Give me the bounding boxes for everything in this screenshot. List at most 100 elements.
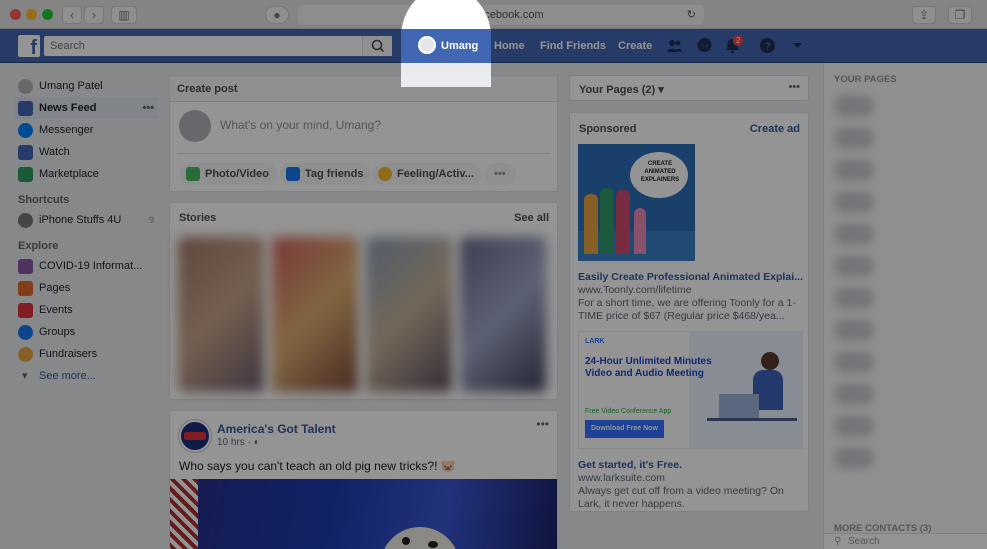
- count-badge: 9: [148, 215, 154, 225]
- watch-icon: [18, 145, 33, 160]
- groups-icon: [18, 325, 33, 340]
- back-button[interactable]: ‹: [62, 6, 82, 24]
- sidebar-item-messenger[interactable]: Messenger: [18, 119, 158, 141]
- contacts-search[interactable]: ⚲ Search: [824, 533, 987, 549]
- sidebar-item-pages[interactable]: Pages: [18, 277, 158, 299]
- sidebar-icon: ▥: [118, 8, 130, 22]
- sidebar-toggle-button[interactable]: ▥: [111, 6, 137, 24]
- ad-description: For a short time, we are offering Toonly…: [578, 297, 796, 322]
- post-image[interactable]: [170, 479, 557, 549]
- help-icon[interactable]: ?: [759, 37, 776, 54]
- your-pages-dropdown[interactable]: Your Pages (2) ▾: [579, 83, 664, 96]
- story-thumbnail[interactable]: [366, 237, 452, 392]
- avatar: [179, 110, 211, 142]
- explore-heading: Explore: [18, 240, 59, 252]
- feed-post: America's Got Talent 10 hrs · ◐ ••• Who …: [169, 410, 558, 549]
- profile-link-highlighted[interactable]: Umang: [441, 40, 478, 52]
- friend-requests-icon[interactable]: [666, 37, 683, 54]
- chevron-down-icon: ▾: [658, 84, 664, 96]
- create-post-title: Create post: [170, 76, 557, 102]
- shortcuts-heading: Shortcuts: [18, 194, 70, 206]
- download-free-button[interactable]: Download Free Now: [585, 420, 664, 438]
- sponsored-heading: Sponsored: [579, 123, 637, 135]
- stories-card: Stories See all: [169, 202, 558, 400]
- forward-button[interactable]: ›: [84, 6, 104, 24]
- your-pages-heading: YOUR PAGES: [834, 74, 897, 85]
- ad-url[interactable]: www.Toonly.com/lifetime: [578, 284, 692, 296]
- address-bar[interactable]: 🔒 facebook.com ↻: [298, 5, 704, 25]
- profile-avatar[interactable]: [418, 36, 436, 54]
- story-thumbnail[interactable]: [178, 237, 264, 392]
- feeling-activity-button[interactable]: Feeling/Activ...: [372, 163, 482, 185]
- lark-logo: LARK: [585, 338, 605, 345]
- shield-icon: ●: [273, 8, 281, 22]
- photo-icon: [186, 167, 200, 181]
- post-composer-input[interactable]: What's on your mind, Umang?: [220, 118, 381, 132]
- sidebar-item-events[interactable]: Events: [18, 299, 158, 321]
- privacy-report-button[interactable]: ●: [265, 6, 289, 24]
- close-window-button[interactable]: [10, 9, 21, 20]
- ad-image-text: CREATE ANIMATED EXPLAINERS: [640, 161, 680, 183]
- create-post-card: Create post What's on your mind, Umang? …: [169, 75, 558, 192]
- search-button[interactable]: [362, 36, 392, 56]
- sidebar-item-watch[interactable]: Watch: [18, 141, 158, 163]
- sidebar-item-marketplace[interactable]: Marketplace: [18, 163, 158, 185]
- reload-icon[interactable]: ↻: [687, 5, 696, 25]
- avatar: [18, 79, 33, 94]
- pages-icon: [18, 281, 33, 296]
- post-options-icon[interactable]: •••: [536, 417, 549, 431]
- sidebar-item-groups[interactable]: Groups: [18, 321, 158, 343]
- facebook-logo-icon[interactable]: f: [18, 35, 40, 57]
- more-actions-button[interactable]: •••: [484, 163, 516, 185]
- nav-find-friends[interactable]: Find Friends: [540, 40, 606, 52]
- marketplace-icon: [18, 167, 33, 182]
- sidebar-item-covid[interactable]: COVID-19 Informat...: [18, 255, 158, 277]
- post-timestamp[interactable]: 10 hrs · ◐: [217, 437, 260, 448]
- contacts-list[interactable]: [834, 95, 974, 535]
- left-navigation: Umang Patel News Feed ••• Messenger Watch…: [14, 75, 158, 387]
- chevron-down-icon[interactable]: [789, 37, 806, 54]
- create-ad-link[interactable]: Create ad: [750, 123, 800, 135]
- shortcut-item[interactable]: iPhone Stuffs 4U 9: [18, 209, 158, 231]
- tag-friends-button[interactable]: Tag friends: [280, 163, 372, 185]
- ad-image-toonly[interactable]: CREATE ANIMATED EXPLAINERS: [578, 144, 695, 261]
- nav-create[interactable]: Create: [618, 40, 652, 52]
- sidebar-item-news-feed[interactable]: News Feed •••: [14, 97, 158, 119]
- more-options-icon[interactable]: •••: [788, 81, 800, 93]
- chevron-right-icon: ›: [92, 8, 96, 22]
- more-options-icon[interactable]: •••: [142, 97, 154, 119]
- see-all-link[interactable]: See all: [514, 212, 549, 224]
- sidebar-item-fundraisers[interactable]: Fundraisers: [18, 343, 158, 365]
- share-icon: ⇪: [918, 8, 930, 22]
- contacts-sidebar: YOUR PAGES MORE CONTACTS (3) ⚲ Search: [823, 63, 987, 549]
- story-thumbnail[interactable]: [460, 237, 546, 392]
- sponsored-card: Sponsored Create ad CREATE ANIMATED EXPL…: [569, 112, 809, 512]
- globe-icon: ◐: [253, 437, 260, 448]
- events-icon: [18, 303, 33, 318]
- messenger-icon[interactable]: [696, 37, 713, 54]
- chevron-left-icon: ‹: [70, 8, 74, 22]
- ad2-description: Always get cut off from a video meeting?…: [578, 485, 784, 510]
- page-avatar[interactable]: [179, 420, 211, 452]
- search-icon: [371, 39, 385, 53]
- notification-badge: 2: [733, 35, 744, 46]
- ad-title[interactable]: Easily Create Professional Animated Expl…: [578, 271, 803, 283]
- tabs-overview-button[interactable]: ❐: [948, 6, 972, 24]
- ad-image-lark[interactable]: LARK 24-Hour Unlimited Minutes Video and…: [578, 331, 803, 449]
- group-avatar: [18, 213, 33, 228]
- zoom-window-button[interactable]: [42, 9, 53, 20]
- photo-video-button[interactable]: Photo/Video: [180, 163, 277, 185]
- profile-shortcut[interactable]: Umang Patel: [18, 75, 158, 97]
- ad2-title[interactable]: Get started, it's Free.: [578, 459, 682, 471]
- ad2-url[interactable]: www.larksuite.com: [578, 472, 665, 484]
- post-author[interactable]: America's Got Talent: [217, 422, 336, 436]
- see-more-link[interactable]: ▾ See more...: [18, 365, 158, 387]
- story-thumbnail[interactable]: [272, 237, 358, 392]
- chevron-down-icon: ▾: [22, 370, 28, 382]
- nav-home[interactable]: Home: [494, 40, 525, 52]
- search-input[interactable]: [44, 36, 392, 56]
- share-button[interactable]: ⇪: [912, 6, 936, 24]
- tabs-icon: ❐: [954, 8, 966, 22]
- minimize-window-button[interactable]: [26, 9, 37, 20]
- messenger-icon: [18, 123, 33, 138]
